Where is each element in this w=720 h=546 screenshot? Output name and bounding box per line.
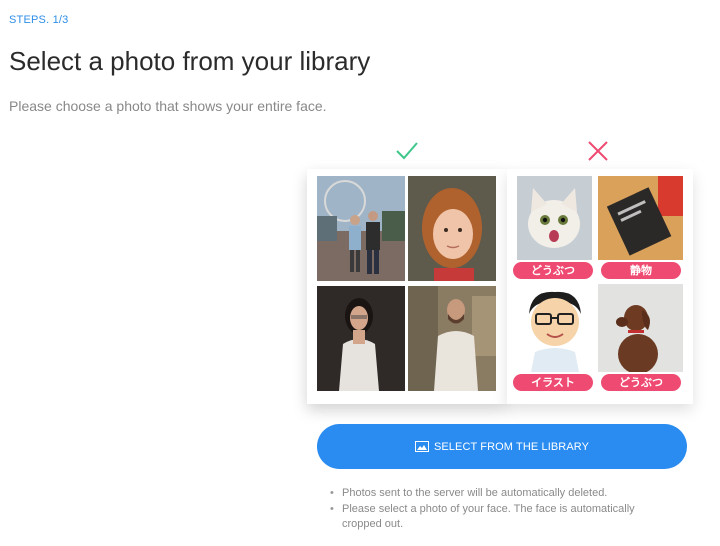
good-example-photo-couple <box>317 176 405 281</box>
note-item-deletion: Photos sent to the server will be automa… <box>330 486 660 502</box>
good-example-photo-portrait-child <box>408 176 496 281</box>
bad-example-label-illustration: イラスト <box>513 374 593 391</box>
bad-example-photo-dog <box>598 284 683 372</box>
good-example-photo-man <box>408 286 496 391</box>
check-icon <box>396 142 418 160</box>
step-indicator: STEPS. 1/3 <box>9 14 69 26</box>
cross-icon <box>588 141 608 161</box>
good-example-photo-woman <box>317 286 405 391</box>
bad-example-photo-illustration <box>517 284 592 372</box>
select-from-library-button[interactable]: SELECT FROM THE LIBRARY <box>317 424 687 469</box>
bad-example-photo-book <box>598 176 683 260</box>
good-examples-panel <box>307 169 507 404</box>
bad-examples-panel: どうぶつ 静物 イラスト どうぶつ <box>507 169 693 404</box>
bad-example-label-animal-2: どうぶつ <box>601 374 681 391</box>
bad-example-photo-cat <box>517 176 592 260</box>
bad-example-label-still-life: 静物 <box>601 262 681 279</box>
page-title: Select a photo from your library <box>9 46 371 76</box>
bad-example-label-animal-1: どうぶつ <box>513 262 593 279</box>
select-from-library-label: SELECT FROM THE LIBRARY <box>433 440 590 453</box>
notes-list: Photos sent to the server will be automa… <box>330 486 660 533</box>
page-subtitle: Please choose a photo that shows your en… <box>9 98 327 114</box>
note-item-face-crop: Please select a photo of your face. The … <box>330 502 660 533</box>
image-icon <box>414 441 429 452</box>
